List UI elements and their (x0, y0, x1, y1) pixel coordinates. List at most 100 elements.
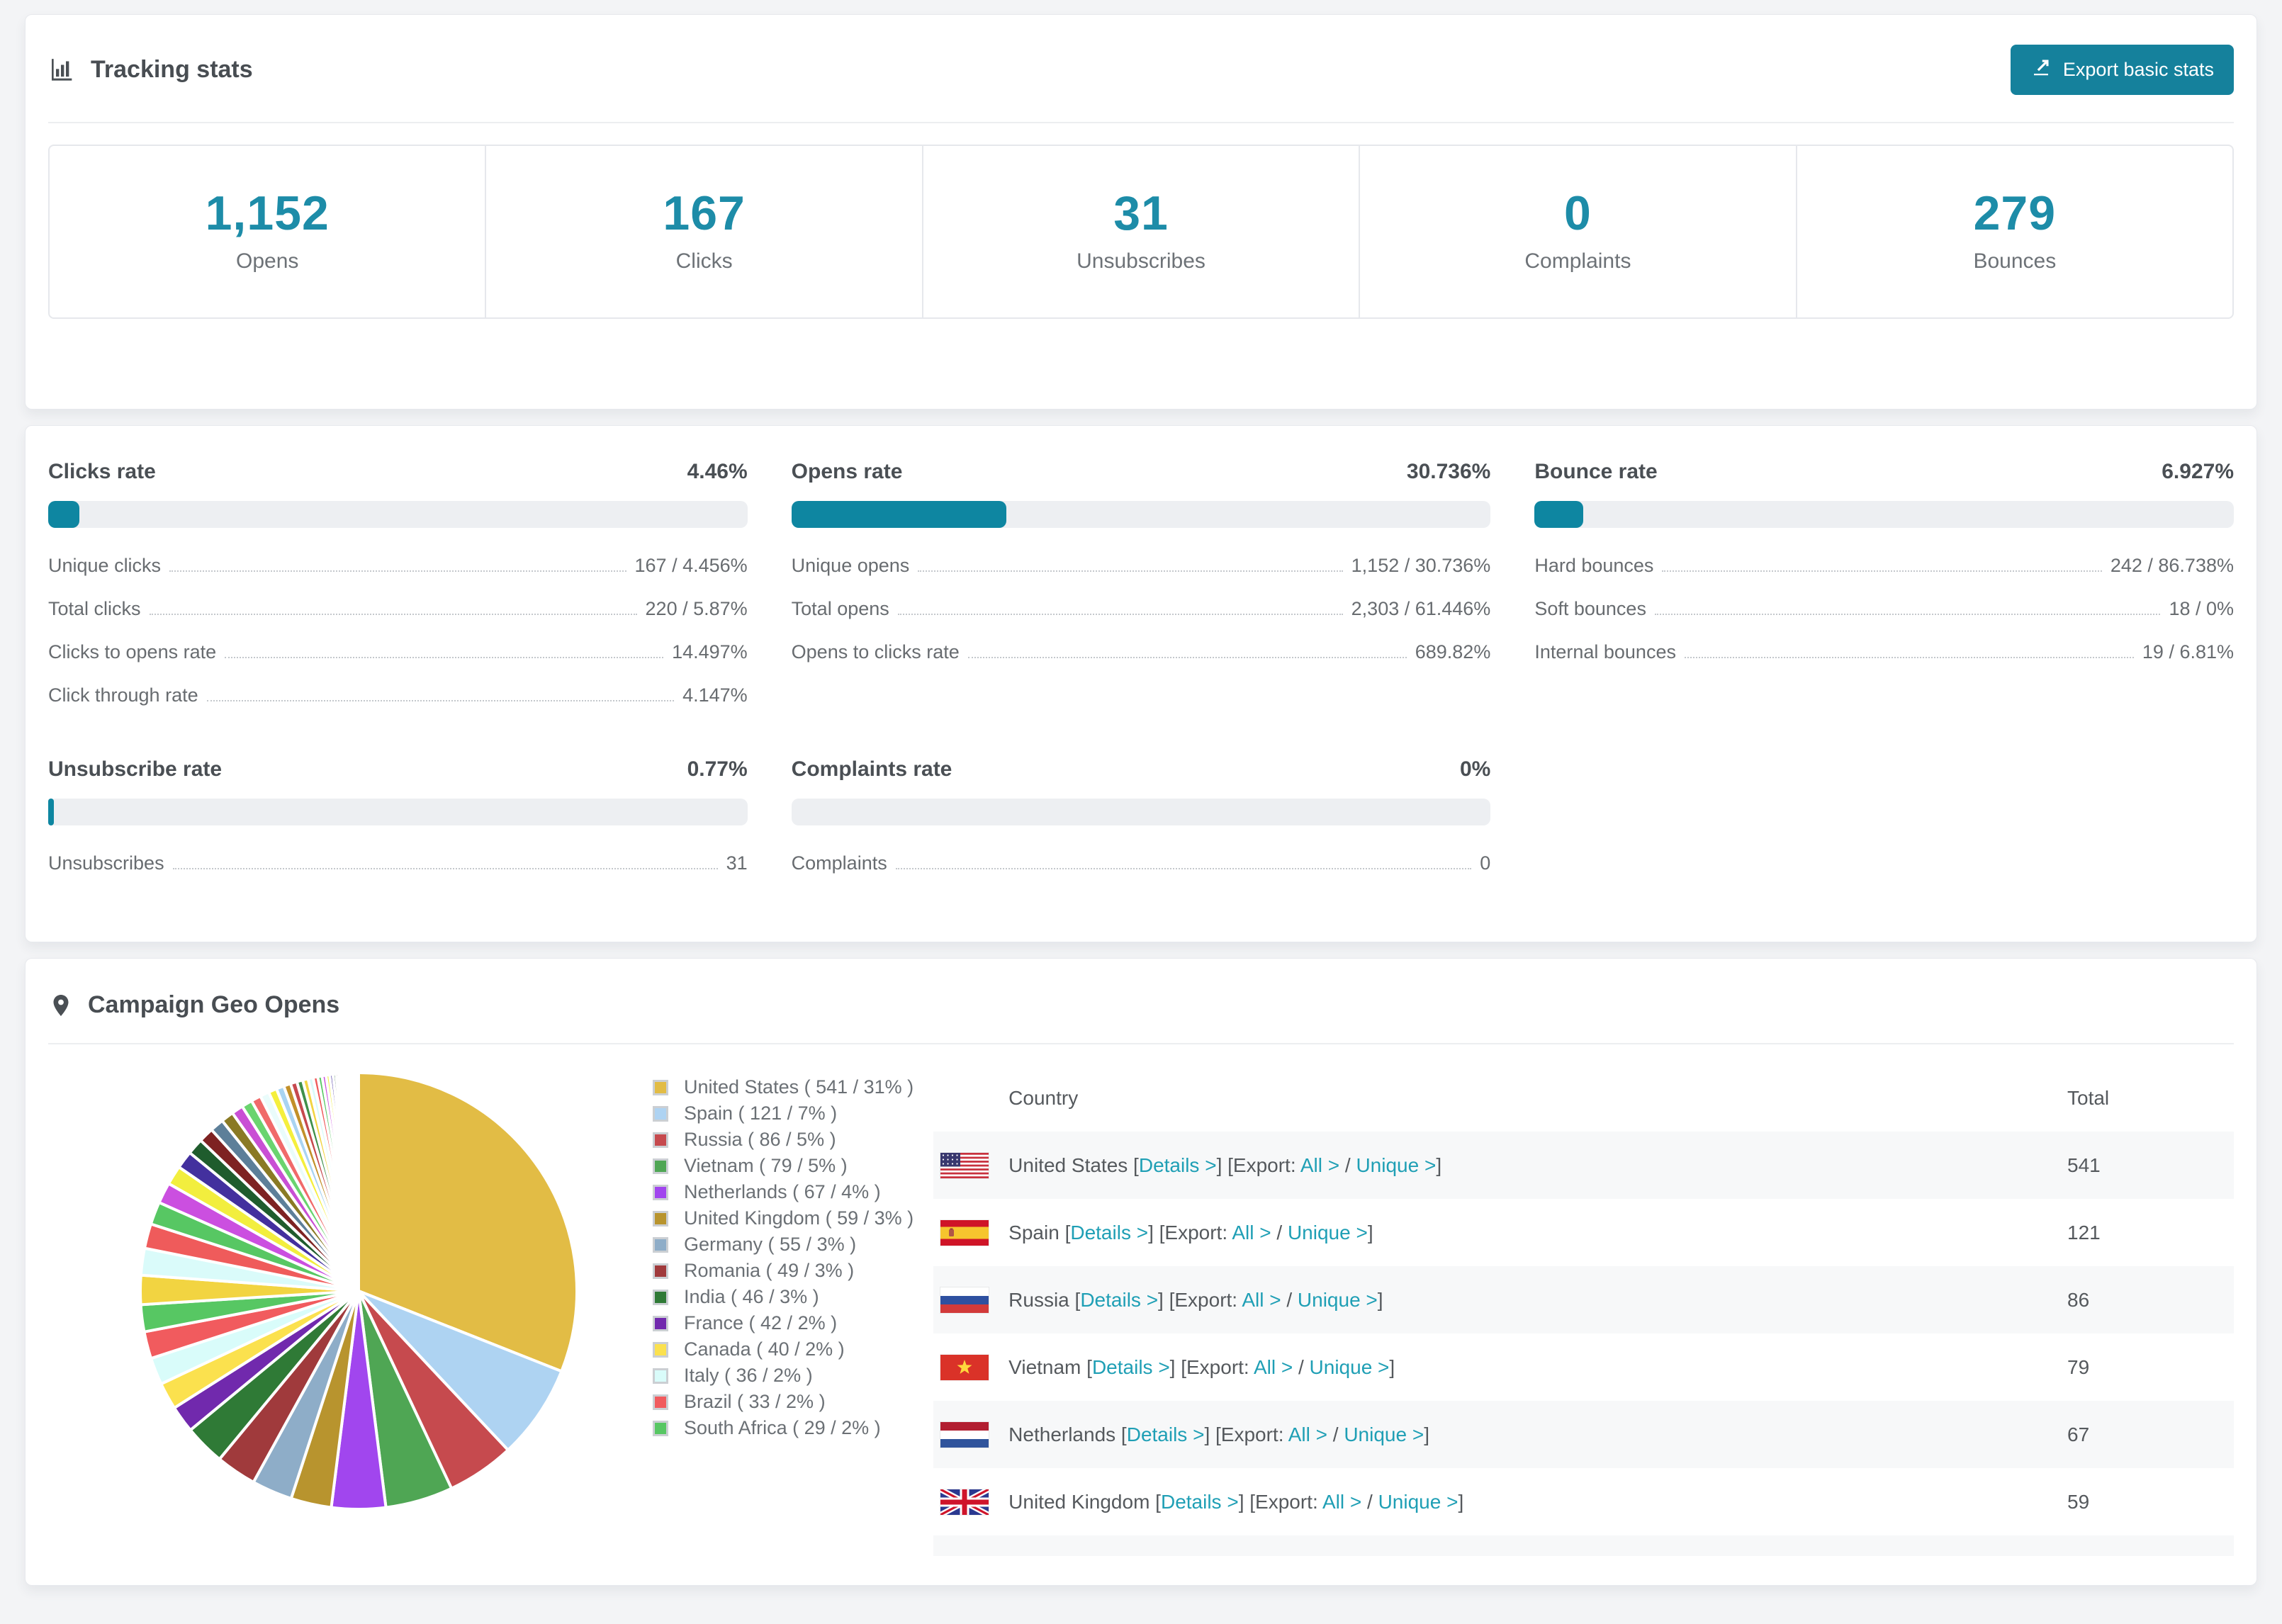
legend-item-russia: Russia ( 86 / 5% ) (653, 1127, 914, 1153)
rate-title: Bounce rate (1534, 460, 1658, 483)
legend-label: South Africa ( 29 / 2% ) (684, 1417, 881, 1438)
export-basic-stats-button[interactable]: Export basic stats (2010, 45, 2234, 95)
export-all-link[interactable]: All > (1300, 1154, 1339, 1176)
export-all-link[interactable]: All > (1254, 1356, 1293, 1378)
rate-row-value: 31 (726, 852, 748, 874)
export-unique-link[interactable]: Unique > (1310, 1356, 1390, 1378)
rate-row-label: Opens to clicks rate (791, 641, 960, 662)
country-cell: United Kingdom [Details >] [Export: All … (1008, 1491, 2067, 1513)
legend-item-germany: Germany ( 55 / 3% ) (653, 1231, 914, 1258)
rate-rows: Complaints 0 (792, 852, 1491, 874)
dotted-leader (169, 570, 626, 572)
details-link[interactable]: Details > (1139, 1154, 1217, 1176)
rate-header: Unsubscribe rate 0.77% (48, 757, 748, 782)
country-total: 541 (2067, 1154, 2101, 1176)
tracking-stats-title: Tracking stats (48, 56, 253, 84)
rate-header: Opens rate 30.736% (792, 460, 1491, 484)
legend-swatch (653, 1368, 668, 1384)
legend-swatch (653, 1079, 668, 1095)
legend-item-romania: Romania ( 49 / 3% ) (653, 1258, 914, 1284)
legend-item-canada: Canada ( 40 / 2% ) (653, 1336, 914, 1363)
details-link[interactable]: Details > (1092, 1356, 1170, 1378)
slash: / (1339, 1154, 1356, 1176)
rate-row-label: Complaints (791, 852, 887, 874)
rate-row-value: 242 / 86.738% (2110, 555, 2234, 576)
country-total: 86 (2067, 1288, 2090, 1311)
country-cell: Spain [Details >] [Export: All > / Uniqu… (1008, 1222, 2067, 1244)
dotted-leader (967, 657, 1407, 658)
tracking-stats-card: Tracking stats Export basic stats 1,152 … (25, 14, 2257, 410)
export-all-link[interactable]: All > (1242, 1289, 1281, 1311)
rate-title: Clicks rate (48, 460, 156, 483)
bracket: ] (1436, 1154, 1442, 1176)
geo-header-divider (48, 1043, 2234, 1044)
rate-value: 4.46% (687, 460, 748, 483)
details-link[interactable]: Details > (1161, 1491, 1239, 1513)
slash: / (1271, 1221, 1288, 1244)
stat-card-opens: 1,152 Opens (50, 146, 485, 317)
legend-label: Vietnam ( 79 / 5% ) (684, 1155, 848, 1176)
rate-row: Opens to clicks rate 689.82% (792, 641, 1491, 663)
export-all-link[interactable]: All > (1232, 1222, 1271, 1244)
dashboard-viewport: Tracking stats Export basic stats 1,152 … (0, 0, 2282, 1624)
export-all-link[interactable]: All > (1288, 1423, 1327, 1445)
geo-header: Campaign Geo Opens (48, 991, 2234, 1019)
legend-swatch (653, 1263, 668, 1279)
country-name: United Kingdom (1008, 1490, 1150, 1513)
rate-row: Click through rate 4.147% (48, 684, 748, 706)
bracket: [ (1150, 1490, 1161, 1513)
rate-row-value: 19 / 6.81% (2142, 641, 2234, 662)
legend-swatch (653, 1420, 668, 1436)
bracket: ] [Export: (1148, 1221, 1232, 1244)
bracket: [ (1059, 1221, 1071, 1244)
bracket: [ (1069, 1288, 1081, 1311)
rate-value: 30.736% (1406, 460, 1491, 483)
legend-item-united-states: United States ( 541 / 31% ) (653, 1074, 914, 1100)
rate-row-value: 1,152 / 30.736% (1351, 555, 1491, 576)
country-name: United States (1008, 1154, 1128, 1176)
bracket: ] (1377, 1288, 1383, 1311)
table-row-gb: United Kingdom [Details >] [Export: All … (933, 1468, 2234, 1535)
rate-rows: Unique clicks 167 / 4.456% Total clicks 220… (48, 555, 748, 706)
table-row-es: Spain [Details >] [Export: All > / Uniqu… (933, 1199, 2234, 1266)
bracket: ] [Export: (1169, 1355, 1254, 1378)
legend-label: Germany ( 55 / 3% ) (684, 1234, 857, 1255)
campaign-geo-opens-card: Campaign Geo Opens United States ( 541 /… (25, 958, 2257, 1586)
rate-rows: Unique opens 1,152 / 30.736% Total opens 2,… (792, 555, 1491, 663)
bracket: ] (1424, 1423, 1429, 1445)
export-unique-link[interactable]: Unique > (1298, 1289, 1378, 1311)
table-row-nl: Netherlands [Details >] [Export: All > /… (933, 1401, 2234, 1468)
geo-opens-table: Country Total United States [Details >] [E… (933, 1064, 2234, 1556)
export-unique-link[interactable]: Unique > (1344, 1423, 1424, 1445)
rate-row: Total clicks 220 / 5.87% (48, 598, 748, 620)
geo-title-text: Campaign Geo Opens (88, 991, 340, 1018)
details-link[interactable]: Details > (1070, 1222, 1148, 1244)
export-unique-link[interactable]: Unique > (1378, 1491, 1458, 1513)
legend-label: Romania ( 49 / 3% ) (684, 1260, 855, 1281)
export-unique-link[interactable]: Unique > (1356, 1154, 1436, 1176)
rate-row-value: 14.497% (672, 641, 748, 662)
flag-ru-icon (940, 1287, 1008, 1313)
rate-row-value: 220 / 5.87% (645, 598, 748, 619)
geo-title: Campaign Geo Opens (48, 991, 339, 1019)
flag-es-icon (940, 1219, 1008, 1246)
legend-swatch (653, 1184, 668, 1200)
export-all-link[interactable]: All > (1322, 1491, 1361, 1513)
dotted-leader (1662, 570, 2102, 572)
stat-label: Complaints (1524, 249, 1631, 273)
rate-row-value: 167 / 4.456% (634, 555, 748, 576)
campaign-stats-page: Tracking stats Export basic stats 1,152 … (0, 0, 2282, 1586)
export-icon (2030, 57, 2052, 83)
details-link[interactable]: Details > (1127, 1423, 1205, 1445)
rate-progress-fill (48, 501, 79, 528)
tracking-stats-header: Tracking stats Export basic stats (48, 45, 2234, 95)
legend-label: United Kingdom ( 59 / 3% ) (684, 1207, 914, 1229)
rate-rows: Unsubscribes 31 (48, 852, 748, 874)
export-unique-link[interactable]: Unique > (1288, 1222, 1368, 1244)
dotted-leader (1684, 657, 2134, 658)
legend-swatch (653, 1289, 668, 1305)
dotted-leader (895, 868, 1472, 869)
legend-swatch (653, 1210, 668, 1227)
details-link[interactable]: Details > (1080, 1289, 1158, 1311)
export-button-label: Export basic stats (2062, 59, 2214, 80)
